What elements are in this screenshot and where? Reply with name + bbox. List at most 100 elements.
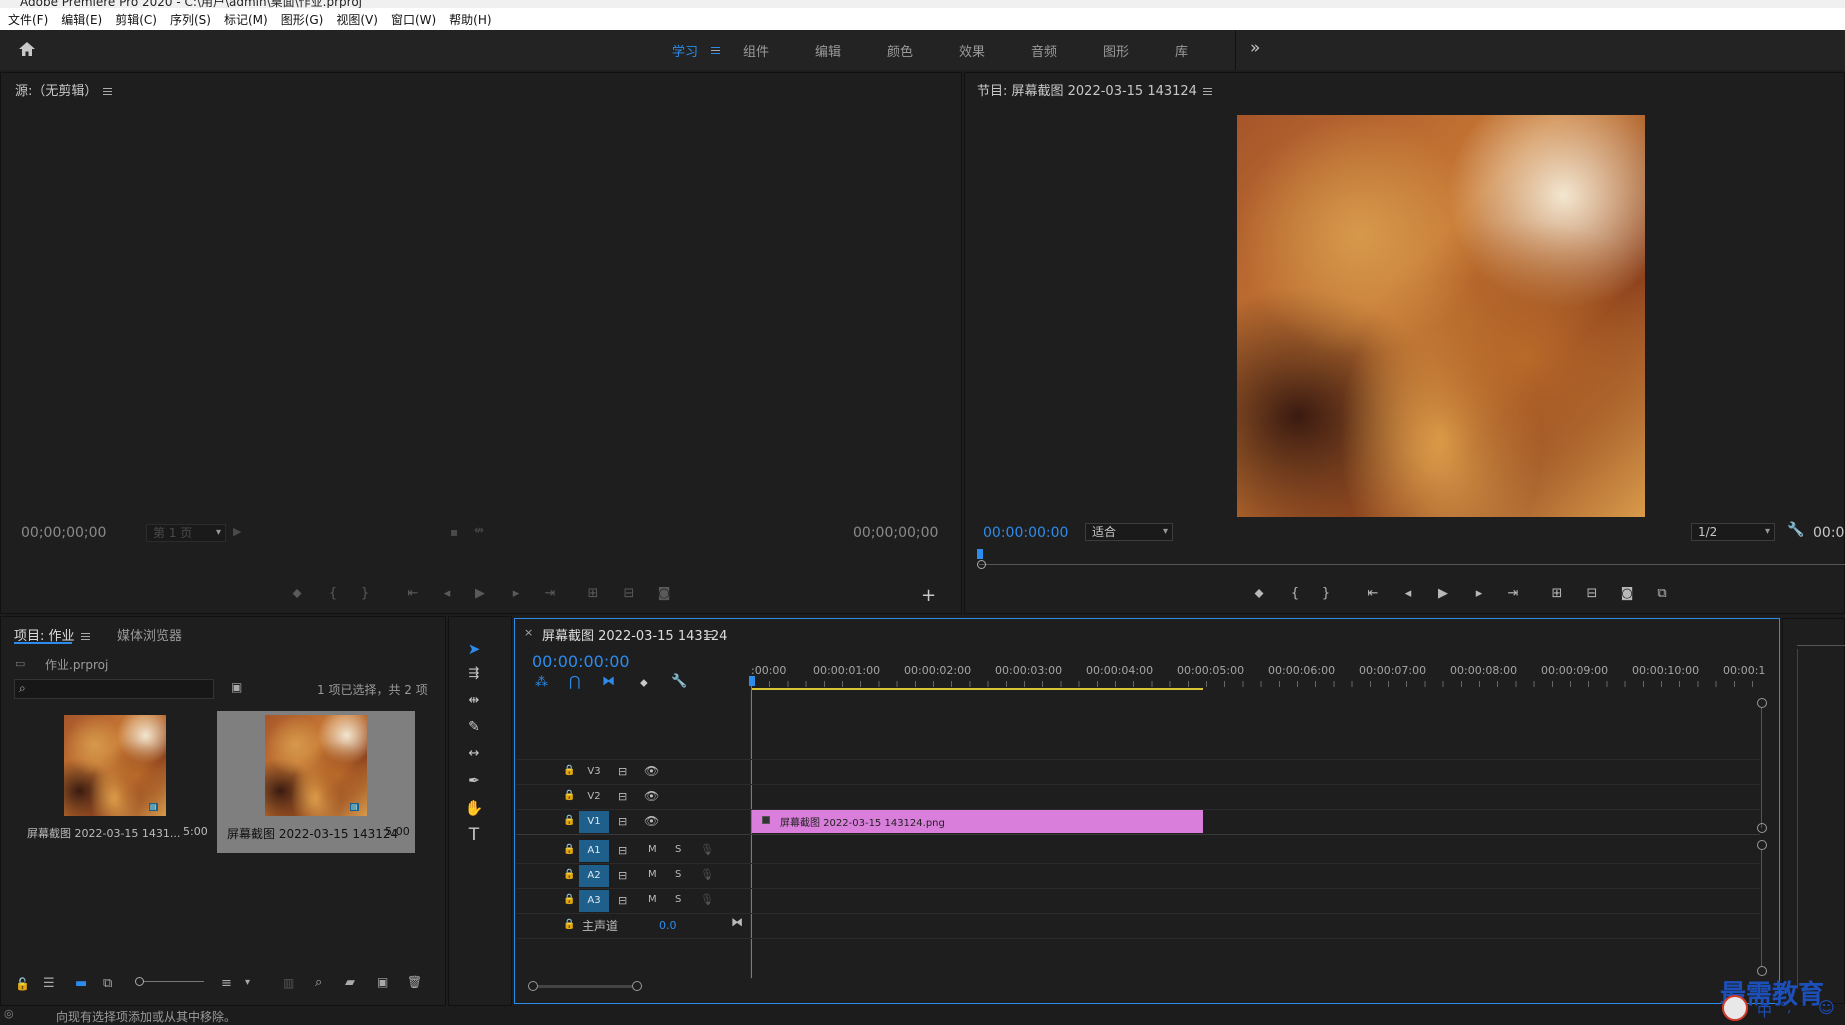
add-button-icon[interactable]: +: [921, 585, 936, 606]
horizontal-scroll-handle[interactable]: [632, 981, 642, 991]
workspace-effects[interactable]: 效果: [959, 41, 985, 60]
ripple-edit-tool-icon[interactable]: ⇹: [463, 690, 485, 712]
solo-button[interactable]: S: [675, 844, 681, 855]
workspace-graphics[interactable]: 图形: [1103, 41, 1129, 60]
vertical-scroll-handle[interactable]: [1757, 823, 1767, 833]
export-frame-icon[interactable]: ◙: [1617, 586, 1637, 601]
vertical-scroll-handle[interactable]: [1757, 840, 1767, 850]
fit-zoom-select[interactable]: 适合 ▾: [1085, 523, 1173, 541]
menu-graphics[interactable]: 图形(G): [281, 11, 324, 28]
microphone-icon[interactable]: 🎙: [700, 843, 714, 856]
solo-button[interactable]: S: [675, 894, 681, 905]
lock-icon[interactable]: 🔓: [15, 977, 30, 991]
menu-clip[interactable]: 剪辑(C): [115, 11, 157, 28]
list-view-icon[interactable]: ☰: [43, 976, 55, 991]
panel-menu-icon[interactable]: [704, 631, 713, 638]
go-to-in-icon[interactable]: ⇤: [1363, 586, 1383, 601]
razor-tool-icon[interactable]: ✎: [463, 716, 485, 738]
timeline-settings-icon[interactable]: 🔧: [671, 674, 687, 689]
zoom-slider[interactable]: [136, 981, 204, 982]
add-marker-icon[interactable]: ⬥: [287, 586, 307, 601]
track-label[interactable]: V1: [579, 811, 609, 833]
track-label[interactable]: V3: [579, 761, 609, 783]
tab-media-browser[interactable]: 媒体浏览器: [117, 625, 182, 644]
source-monitor-title[interactable]: 源:（无剪辑）: [15, 80, 113, 99]
horizontal-scroll-handle[interactable]: [528, 981, 538, 991]
workspace-menu-icon[interactable]: [711, 47, 720, 54]
overwrite-clip-icon[interactable]: ⊟: [619, 586, 639, 601]
sync-lock-icon[interactable]: ⊟: [618, 765, 627, 778]
menu-marker[interactable]: 标记(M): [224, 11, 268, 28]
go-to-out-icon[interactable]: ⇥: [540, 586, 560, 601]
export-frame-icon[interactable]: ◙: [654, 586, 674, 601]
step-back-icon[interactable]: ◂: [1398, 586, 1418, 601]
sync-lock-icon[interactable]: ⊟: [618, 790, 627, 803]
timeline-tab-title[interactable]: 屏幕截图 2022-03-15 143124: [542, 625, 727, 644]
new-bin-from-search-icon[interactable]: ▣: [231, 680, 242, 694]
workspace-libraries[interactable]: 库: [1175, 41, 1188, 60]
project-item[interactable]: ▤ 屏幕截图 2022-03-15 143124 5:00: [217, 711, 415, 853]
source-timecode[interactable]: 00;00;00;00: [21, 525, 106, 541]
track-lock-icon[interactable]: 🔒: [563, 815, 575, 826]
microphone-icon[interactable]: 🎙: [700, 893, 714, 906]
workspace-editing[interactable]: 编辑: [815, 41, 841, 60]
horizontal-scroll-thumb[interactable]: [538, 985, 632, 988]
track-lock-icon[interactable]: 🔒: [563, 894, 575, 905]
add-marker-icon[interactable]: ⬥: [1249, 586, 1269, 601]
zoom-slider-handle[interactable]: [135, 977, 144, 986]
resolution-select[interactable]: 1/2 ▾: [1691, 523, 1775, 541]
track-lock-icon[interactable]: 🔒: [563, 790, 575, 801]
play-icon[interactable]: ▶: [1433, 586, 1453, 601]
go-to-out-icon[interactable]: ⇥: [1503, 586, 1523, 601]
track-label[interactable]: A1: [579, 840, 609, 862]
time-ruler[interactable]: :00:00 00:00:01:00 00:00:02:00 00:00:03:…: [751, 664, 1765, 692]
sync-lock-icon[interactable]: ⊟: [618, 815, 627, 828]
mute-button[interactable]: M: [648, 844, 657, 855]
eye-icon[interactable]: 👁: [644, 764, 659, 778]
vertical-scroll-track[interactable]: [1761, 850, 1762, 966]
vertical-scroll-track[interactable]: [1761, 708, 1762, 828]
sync-lock-icon[interactable]: ⊟: [618, 844, 627, 857]
track-lock-icon[interactable]: 🔒: [563, 765, 575, 776]
timeline-timecode[interactable]: 00:00:00:00: [532, 652, 630, 671]
hand-tool-icon[interactable]: ✋: [463, 797, 485, 819]
chevron-down-icon[interactable]: ▾: [245, 977, 250, 988]
playhead[interactable]: [977, 549, 983, 559]
menu-file[interactable]: 文件(F): [8, 11, 48, 28]
menu-sequence[interactable]: 序列(S): [170, 11, 211, 28]
vertical-scroll-handle[interactable]: [1757, 698, 1767, 708]
panel-menu-icon[interactable]: [80, 633, 90, 640]
trash-icon[interactable]: 🗑: [407, 975, 422, 989]
workspace-learn[interactable]: 学习: [672, 41, 698, 60]
project-item[interactable]: ▤ 屏幕截图 2022-03-15 1431... 5:00: [15, 711, 215, 853]
linked-selection-icon[interactable]: ⧓: [602, 674, 615, 689]
track-lock-icon[interactable]: 🔒: [563, 869, 575, 880]
sync-lock-icon[interactable]: ⊟: [618, 869, 627, 882]
playhead-head[interactable]: [749, 676, 755, 686]
ime-logo-icon[interactable]: [1722, 995, 1748, 1021]
menu-edit[interactable]: 编辑(E): [61, 11, 102, 28]
sort-icon[interactable]: ≡: [221, 976, 232, 991]
workspace-assembly[interactable]: 组件: [743, 41, 769, 60]
sync-lock-icon[interactable]: ⊟: [618, 894, 627, 907]
mark-in-icon[interactable]: {: [323, 586, 343, 601]
icon-view-icon[interactable]: ▬: [75, 976, 87, 991]
track-label[interactable]: V2: [579, 786, 609, 808]
go-to-in-icon[interactable]: ⇤: [403, 586, 423, 601]
track-lock-icon[interactable]: 🔒: [563, 919, 575, 930]
workspace-color[interactable]: 颜色: [887, 41, 913, 60]
extract-icon[interactable]: ⊟: [1582, 586, 1602, 601]
step-forward-icon[interactable]: ▸: [1469, 586, 1489, 601]
new-bin-icon[interactable]: ▰: [345, 975, 355, 990]
snap-icon[interactable]: ⋂: [569, 674, 580, 690]
play-icon[interactable]: ▶: [470, 586, 490, 601]
slip-tool-icon[interactable]: ↔: [463, 743, 485, 765]
menu-view[interactable]: 视图(V): [336, 11, 378, 28]
program-timecode[interactable]: 00:00:00:00: [983, 525, 1068, 541]
work-area-bar[interactable]: [751, 688, 1203, 690]
program-scrub-bar[interactable]: [979, 555, 1845, 565]
type-tool-icon[interactable]: T: [463, 824, 485, 846]
mark-in-icon[interactable]: {: [1285, 586, 1305, 601]
menu-window[interactable]: 窗口(W): [391, 11, 436, 28]
mute-button[interactable]: M: [648, 894, 657, 905]
